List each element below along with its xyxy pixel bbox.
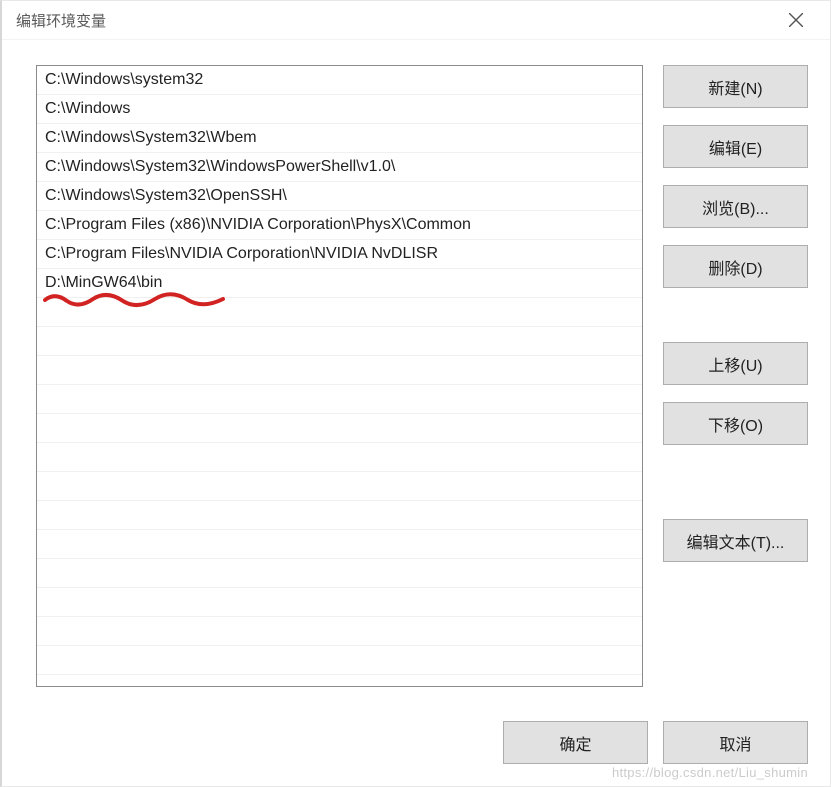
list-item-empty[interactable] xyxy=(37,559,642,588)
list-item-empty[interactable] xyxy=(37,646,642,675)
titlebar: 编辑环境变量 xyxy=(2,1,830,40)
list-item-empty[interactable] xyxy=(37,617,642,646)
list-item-empty[interactable] xyxy=(37,443,642,472)
list-item[interactable]: C:\Windows\System32\WindowsPowerShell\v1… xyxy=(37,153,642,182)
list-item-empty[interactable] xyxy=(37,501,642,530)
ok-button[interactable]: 确定 xyxy=(503,721,648,764)
dialog-window: 编辑环境变量 C:\Windows\system32 C:\Windows C:… xyxy=(0,0,831,787)
list-item[interactable]: C:\Windows\System32\Wbem xyxy=(37,124,642,153)
list-item[interactable]: C:\Windows xyxy=(37,95,642,124)
window-title: 编辑环境变量 xyxy=(16,10,106,31)
list-item[interactable]: C:\Windows\system32 xyxy=(37,66,642,95)
list-item-empty[interactable] xyxy=(37,385,642,414)
list-item-empty[interactable] xyxy=(37,298,642,327)
list-item-empty[interactable] xyxy=(37,356,642,385)
button-sidebar: 新建(N) 编辑(E) 浏览(B)... 删除(D) 上移(U) 下移(O) 编… xyxy=(663,65,808,768)
list-item[interactable]: C:\Program Files (x86)\NVIDIA Corporatio… xyxy=(37,211,642,240)
list-item-empty[interactable] xyxy=(37,414,642,443)
dialog-content: C:\Windows\system32 C:\Windows C:\Window… xyxy=(36,65,808,768)
edit-text-button[interactable]: 编辑文本(T)... xyxy=(663,519,808,562)
browse-button[interactable]: 浏览(B)... xyxy=(663,185,808,228)
list-item[interactable]: C:\Program Files\NVIDIA Corporation\NVID… xyxy=(37,240,642,269)
list-item-empty[interactable] xyxy=(37,472,642,501)
list-item-empty[interactable] xyxy=(37,327,642,356)
list-item-empty[interactable] xyxy=(37,588,642,617)
list-item-empty[interactable] xyxy=(37,530,642,559)
cancel-button[interactable]: 取消 xyxy=(663,721,808,764)
close-icon xyxy=(789,13,803,27)
close-button[interactable] xyxy=(776,5,816,35)
list-item-empty[interactable] xyxy=(37,675,642,687)
move-down-button[interactable]: 下移(O) xyxy=(663,402,808,445)
delete-button[interactable]: 删除(D) xyxy=(663,245,808,288)
path-listbox[interactable]: C:\Windows\system32 C:\Windows C:\Window… xyxy=(36,65,643,687)
list-item[interactable]: D:\MinGW64\bin xyxy=(37,269,642,298)
move-up-button[interactable]: 上移(U) xyxy=(663,342,808,385)
list-item[interactable]: C:\Windows\System32\OpenSSH\ xyxy=(37,182,642,211)
edit-button[interactable]: 编辑(E) xyxy=(663,125,808,168)
dialog-footer: 确定 取消 xyxy=(503,721,808,764)
new-button[interactable]: 新建(N) xyxy=(663,65,808,108)
